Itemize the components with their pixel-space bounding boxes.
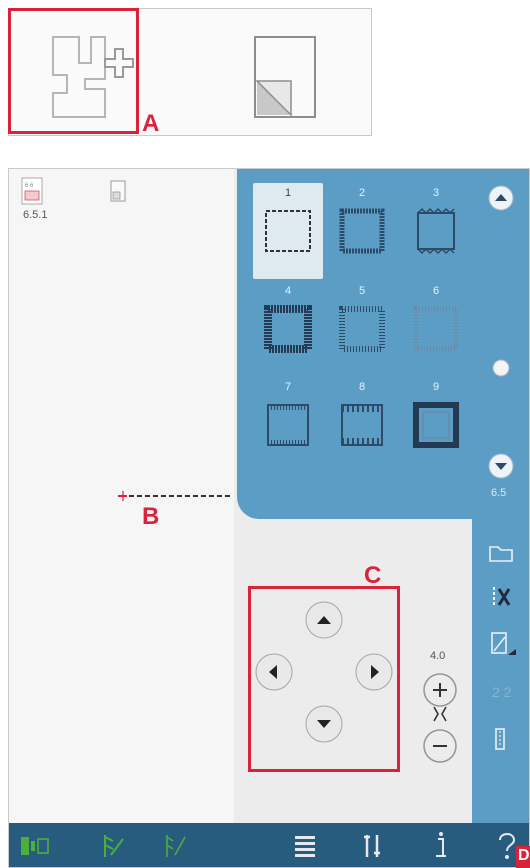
stitch-cell-8[interactable]: 8 [327, 377, 397, 473]
stitch-number: 4 [284, 285, 292, 297]
move-down-button[interactable] [303, 703, 345, 745]
thick-satin-square-stitch-icon [264, 305, 312, 353]
stitch-thumbnail-icon[interactable]: 6 6 [21, 177, 43, 205]
settings-tools-icon[interactable] [351, 823, 395, 868]
stitch-cell-2[interactable]: 2 [327, 183, 397, 279]
stitch-cell-7[interactable]: 7 [253, 377, 323, 473]
stitch-picker: 1 2 3 4 5 6 7 8 9 6.5 [237, 169, 529, 519]
stitch-line-preview [118, 491, 233, 501]
stitch-cell-3[interactable]: 3 [401, 183, 471, 279]
callout-a: A [142, 110, 160, 137]
stitch-number: 5 [358, 285, 366, 297]
stitch-number: 1 [284, 187, 292, 199]
callout-b: B [142, 503, 160, 530]
page-edit-icon[interactable] [472, 625, 530, 665]
stitch-number: 3 [432, 187, 440, 199]
svg-text:6 6: 6 6 [25, 183, 34, 189]
bottom-toolbar [9, 823, 529, 868]
mini-page-icon[interactable] [109, 179, 129, 205]
stitch-preview-panel: 6 6 6.5.1 B [9, 169, 234, 823]
stitch-info-icon[interactable] [472, 719, 530, 759]
move-right-button[interactable] [353, 651, 395, 693]
bar-square-stitch-icon [339, 306, 385, 352]
stitch-edit-icon[interactable] [91, 823, 135, 868]
stitch-cell-9[interactable]: 9 [401, 377, 471, 473]
cut-icon[interactable] [472, 577, 530, 617]
scroll-down-icon[interactable] [486, 451, 516, 481]
page-label: 6.5 [491, 487, 507, 499]
width-icon [433, 706, 447, 722]
stitch-number: 2 [358, 187, 366, 199]
dimmed-tool-icon: 2 2 [492, 684, 512, 700]
stitch-number: 6 [432, 285, 440, 297]
callout-a-frame [8, 8, 139, 134]
decrease-button[interactable] [420, 726, 460, 766]
callout-c-frame [248, 586, 400, 772]
position-value: 4.0 [430, 650, 446, 662]
callout-d-marker: D [516, 846, 530, 868]
comb-square-stitch-icon [267, 404, 309, 446]
stitch-cell-4[interactable]: 4 [253, 281, 323, 377]
stitch-cell-1[interactable]: 1 [253, 183, 323, 279]
dashed-square-stitch-icon [265, 210, 311, 252]
embroidery-mode-icon[interactable] [13, 823, 57, 868]
scroll-up-icon[interactable] [486, 183, 516, 213]
stitch-number: 7 [284, 381, 292, 393]
stitch-cell-5[interactable]: 5 [327, 281, 397, 377]
svg-text:2 2: 2 2 [492, 684, 512, 700]
light-satin-square-stitch-icon [413, 306, 459, 352]
callout-d: D [518, 847, 530, 864]
zigzag-square-stitch-icon [417, 207, 455, 255]
stitch-number: 8 [358, 381, 366, 393]
list-view-icon[interactable] [283, 823, 327, 868]
stitch-cell-6[interactable]: 6 [401, 281, 471, 377]
move-up-button[interactable] [303, 599, 345, 641]
diagonal-square-stitch-icon [341, 404, 383, 446]
satin-square-stitch-icon [339, 208, 385, 254]
tool-column: 2 2 [472, 519, 530, 823]
slider-knob[interactable] [489, 356, 513, 380]
folder-icon[interactable] [472, 533, 530, 573]
stitch-number: 9 [432, 381, 440, 393]
stitch-edit-alt-icon[interactable] [153, 823, 197, 868]
page-icon[interactable] [249, 31, 319, 131]
double-square-stitch-icon [413, 402, 459, 448]
version-number: 6.5.1 [23, 209, 48, 221]
move-left-button[interactable] [253, 651, 295, 693]
info-icon[interactable] [419, 823, 463, 868]
